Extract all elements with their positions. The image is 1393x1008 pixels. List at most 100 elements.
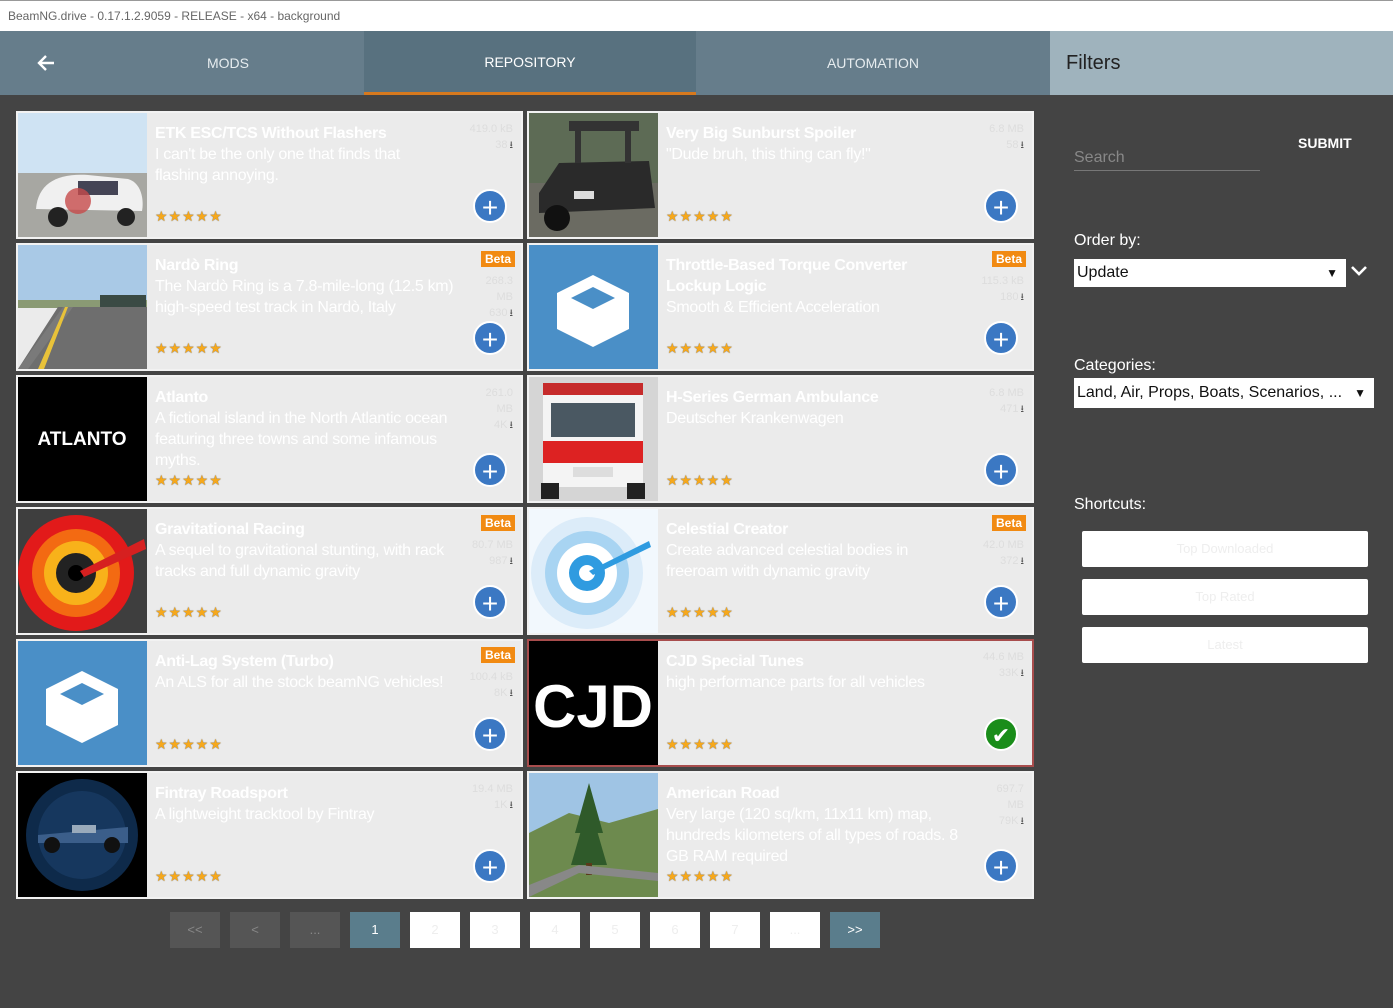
mod-info: Very Big Sunburst Spoiler "Dude bruh, th… [666, 123, 966, 165]
page-button[interactable]: 2 [410, 912, 460, 948]
mod-meta: 42.0 MB 372 ⭳ [980, 537, 1024, 570]
page-button[interactable]: 4 [530, 912, 580, 948]
mod-title: ETK ESC/TCS Without Flashers [155, 125, 387, 142]
tab-automation[interactable]: AUTOMATION [696, 31, 1050, 95]
add-mod-button[interactable]: + [473, 321, 507, 355]
mod-card[interactable]: Throttle-Based Torque Converter Lockup L… [527, 243, 1034, 371]
mod-size: 42.0 MB [983, 539, 1024, 551]
mod-size: 261.0 MB [485, 387, 513, 415]
tab-mods[interactable]: MODS [92, 31, 364, 95]
mod-card[interactable]: American Road Very large (120 sq/km, 11x… [527, 771, 1034, 899]
mod-thumbnail [18, 245, 147, 369]
svg-text:ATLANTO: ATLANTO [37, 429, 126, 450]
mod-downloads: 4K [494, 419, 508, 431]
window-title: BeamNG.drive - 0.17.1.2.9059 - RELEASE -… [0, 0, 1393, 31]
mod-info: H-Series German Ambulance Deutscher Kran… [666, 387, 966, 429]
add-mod-button[interactable]: + [984, 453, 1018, 487]
mod-description: A fictional island in the North Atlantic… [155, 410, 448, 469]
add-mod-button[interactable]: + [984, 189, 1018, 223]
mod-description: Very large (120 sq/km, 11x11 km) map, hu… [666, 806, 958, 865]
categories-select[interactable]: Land, Air, Props, Boats, Scenarios, ... … [1074, 378, 1374, 408]
mod-card[interactable]: ETK ESC/TCS Without Flashers I can't be … [16, 111, 523, 239]
mod-description: I can't be the only one that finds that … [155, 146, 400, 184]
page-ellipsis[interactable]: ... [770, 912, 820, 948]
mod-card[interactable]: Nardò Ring The Nardò Ring is a 7.8-mile-… [16, 243, 523, 371]
add-mod-button[interactable]: + [473, 849, 507, 883]
page-button-current[interactable]: 1 [350, 912, 400, 948]
mod-description: Create advanced celestial bodies in free… [666, 542, 909, 580]
mod-size: 80.7 MB [472, 539, 513, 551]
add-mod-button[interactable]: + [984, 585, 1018, 619]
mod-title: Gravitational Racing [155, 521, 305, 538]
page-button[interactable]: 5 [590, 912, 640, 948]
back-button[interactable] [0, 31, 92, 95]
add-mod-button[interactable]: + [984, 849, 1018, 883]
mod-title: Nardò Ring [155, 257, 239, 274]
mod-card[interactable]: Anti-Lag System (Turbo) An ALS for all t… [16, 639, 523, 767]
mod-card-selected[interactable]: CJD CJD Special Tunes high performance p… [527, 639, 1034, 767]
add-mod-button[interactable]: + [473, 453, 507, 487]
prev-page-button[interactable]: < [230, 912, 280, 948]
add-mod-button[interactable]: + [473, 585, 507, 619]
mod-size: 115.3 kB [981, 275, 1024, 287]
mod-downloads: 471 [1000, 403, 1019, 415]
mod-description: A sequel to gravitational stunting, with… [155, 542, 444, 580]
mod-card[interactable]: Gravitational Racing A sequel to gravita… [16, 507, 523, 635]
mod-description: Deutscher Krankenwagen [666, 410, 844, 427]
beta-badge: Beta [991, 251, 1026, 267]
rating-stars: ★★★★★ [666, 340, 734, 356]
mod-thumbnail [529, 773, 658, 897]
download-icon: ⭳ [509, 688, 514, 699]
page-button[interactable]: 7 [710, 912, 760, 948]
mod-size: 19.4 MB [472, 783, 513, 795]
beta-badge: Beta [480, 515, 515, 531]
dropdown-arrow-icon: ▼ [1326, 266, 1338, 280]
first-page-button[interactable]: << [170, 912, 220, 948]
search-input[interactable] [1074, 145, 1260, 171]
mod-meta: 261.0 MB 4K ⭳ [469, 385, 513, 434]
shortcut-top-downloaded[interactable]: Top Downloaded [1082, 531, 1368, 567]
tab-repository[interactable]: REPOSITORY [364, 31, 696, 95]
add-mod-button[interactable]: + [984, 321, 1018, 355]
download-icon: ⭳ [1020, 668, 1025, 679]
download-icon: ⭳ [509, 800, 514, 811]
last-page-button[interactable]: >> [830, 912, 880, 948]
mod-info: ETK ESC/TCS Without Flashers I can't be … [155, 123, 455, 186]
mod-description: A lightweight tracktool by Fintray [155, 806, 375, 823]
submit-button[interactable]: SUBMIT [1298, 135, 1352, 151]
mod-card[interactable]: ATLANTO Atlanto A fictional island in th… [16, 375, 523, 503]
rating-stars: ★★★★★ [155, 208, 223, 224]
mod-thumbnail [18, 641, 147, 765]
mod-description: "Dude bruh, this thing can fly!" [666, 146, 871, 163]
installed-check-icon[interactable]: ✔ [984, 717, 1018, 751]
mod-thumbnail [529, 377, 658, 501]
filters-panel: SUBMIT Order by: Update ▼ Categories: La… [1050, 95, 1393, 1008]
shortcut-top-rated[interactable]: Top Rated [1082, 579, 1368, 615]
order-by-select[interactable]: Update ▼ [1074, 259, 1346, 287]
download-icon: ⭳ [509, 140, 514, 151]
dropdown-arrow-icon: ▼ [1354, 386, 1366, 400]
shortcut-latest[interactable]: Latest [1082, 627, 1368, 663]
mod-card[interactable]: Very Big Sunburst Spoiler "Dude bruh, th… [527, 111, 1034, 239]
mod-card[interactable]: H-Series German Ambulance Deutscher Kran… [527, 375, 1034, 503]
page-ellipsis[interactable]: ... [290, 912, 340, 948]
download-icon: ⭳ [509, 308, 514, 319]
chevron-down-icon[interactable] [1350, 261, 1368, 282]
mod-title: Celestial Creator [666, 521, 789, 538]
add-mod-button[interactable]: + [473, 717, 507, 751]
mod-size: 6.8 MB [989, 123, 1024, 135]
mod-title: H-Series German Ambulance [666, 389, 879, 406]
mod-size: 419.0 kB [469, 123, 513, 135]
mod-card[interactable]: Celestial Creator Create advanced celest… [527, 507, 1034, 635]
mod-description: An ALS for all the stock beamNG vehicles… [155, 674, 444, 691]
mod-meta: 419.0 kB 38 ⭳ [469, 121, 513, 154]
page-button[interactable]: 3 [470, 912, 520, 948]
page-button[interactable]: 6 [650, 912, 700, 948]
mod-info: Nardò Ring The Nardò Ring is a 7.8-mile-… [155, 255, 455, 318]
mod-thumbnail [18, 113, 147, 237]
mod-card[interactable]: Fintray Roadsport A lightweight tracktoo… [16, 771, 523, 899]
mod-size: 44.6 MB [983, 651, 1024, 663]
mod-meta: 44.6 MB 33K ⭳ [980, 649, 1024, 682]
add-mod-button[interactable]: + [473, 189, 507, 223]
mod-info: Gravitational Racing A sequel to gravita… [155, 519, 455, 582]
